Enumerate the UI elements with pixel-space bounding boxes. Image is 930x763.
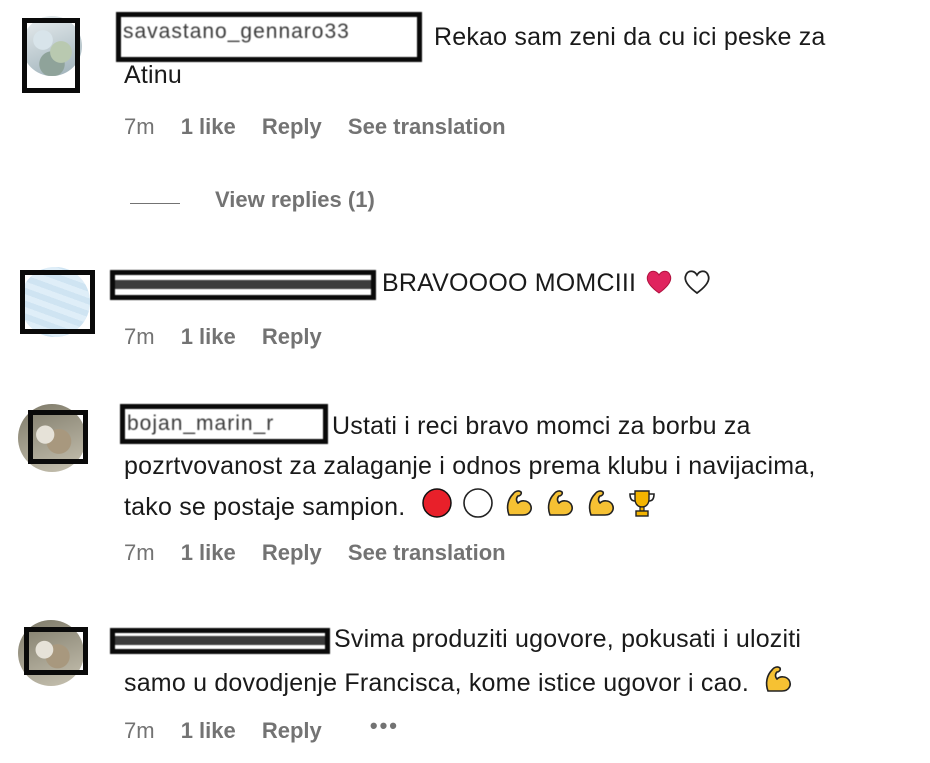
view-replies-divider [130, 203, 180, 204]
comment-text-line: samo u dovodjenje Francisca, kome istice… [124, 669, 749, 697]
comment-text: Rekao sam zeni da cu ici peske za [434, 20, 826, 55]
reply-button[interactable]: Reply [262, 540, 322, 566]
comment-username[interactable] [110, 270, 376, 300]
reply-button[interactable]: Reply [262, 718, 322, 744]
flexed-biceps-icon [506, 490, 532, 516]
flexed-biceps-icon [588, 490, 615, 516]
comment-text: tako se postaje sampion. [124, 487, 658, 525]
comment-timestamp: 7m [124, 540, 155, 565]
comment-text: Atinu [124, 58, 182, 93]
comment-text: Svima produziti ugovore, pokusati i uloz… [334, 622, 801, 657]
white-circle-icon [462, 488, 493, 518]
avatar-redaction-box [20, 270, 95, 334]
like-count[interactable]: 1 like [181, 114, 236, 140]
like-count[interactable]: 1 like [181, 718, 236, 744]
avatar-redaction-box [22, 18, 80, 93]
view-replies-button[interactable]: View replies (1) [215, 187, 375, 213]
comment-meta: 7m 1 like Reply [124, 324, 342, 350]
comment-meta: 7m 1 like Reply ••• [124, 713, 419, 744]
comment-text: samo u dovodjenje Francisca, kome istice… [124, 663, 794, 701]
comment-text-line: tako se postaje sampion. [124, 493, 406, 521]
comment-text-line: BRAVOOOO MOMCIII [382, 269, 637, 297]
flexed-biceps-icon [765, 666, 792, 692]
comment-meta: 7m 1 like Reply See translation [124, 114, 526, 140]
trophy-icon [629, 490, 656, 517]
see-translation-button[interactable]: See translation [348, 114, 506, 140]
comment-text-line: Ustati i reci bravo momci za borbu za [332, 412, 751, 440]
more-options-icon[interactable]: ••• [370, 713, 399, 739]
avatar-redaction-box [24, 627, 88, 675]
red-circle-icon [421, 488, 452, 518]
comment-text: pozrtvovanost za zalaganje i odnos prema… [124, 449, 816, 484]
comment-username[interactable]: bojan_marin_r [120, 404, 328, 444]
flexed-biceps-icon [547, 490, 573, 516]
like-count[interactable]: 1 like [181, 324, 236, 350]
avatar-redaction-box [28, 410, 88, 464]
comment-meta: 7m 1 like Reply See translation [124, 540, 526, 566]
comment-text-line: Rekao sam zeni da cu ici peske za [434, 23, 826, 51]
white-heart-icon [684, 270, 711, 295]
comment-text-line: pozrtvovanost za zalaganje i odnos prema… [124, 452, 816, 480]
comment-timestamp: 7m [124, 718, 155, 743]
comment-username[interactable]: savastano_gennaro33 [116, 12, 422, 62]
see-translation-button[interactable]: See translation [348, 540, 506, 566]
reply-button[interactable]: Reply [262, 114, 322, 140]
comment-text: BRAVOOOO MOMCIII [382, 266, 712, 301]
comment-timestamp: 7m [124, 114, 155, 139]
comment-text-line: Atinu [124, 61, 182, 89]
comment-text-line: Svima produziti ugovore, pokusati i uloz… [334, 625, 802, 653]
like-count[interactable]: 1 like [181, 540, 236, 566]
red-heart-icon [647, 270, 672, 294]
comment-timestamp: 7m [124, 324, 155, 349]
comment-username[interactable] [110, 628, 330, 654]
comment-text: Ustati i reci bravo momci za borbu za [332, 409, 751, 444]
reply-button[interactable]: Reply [262, 324, 322, 350]
